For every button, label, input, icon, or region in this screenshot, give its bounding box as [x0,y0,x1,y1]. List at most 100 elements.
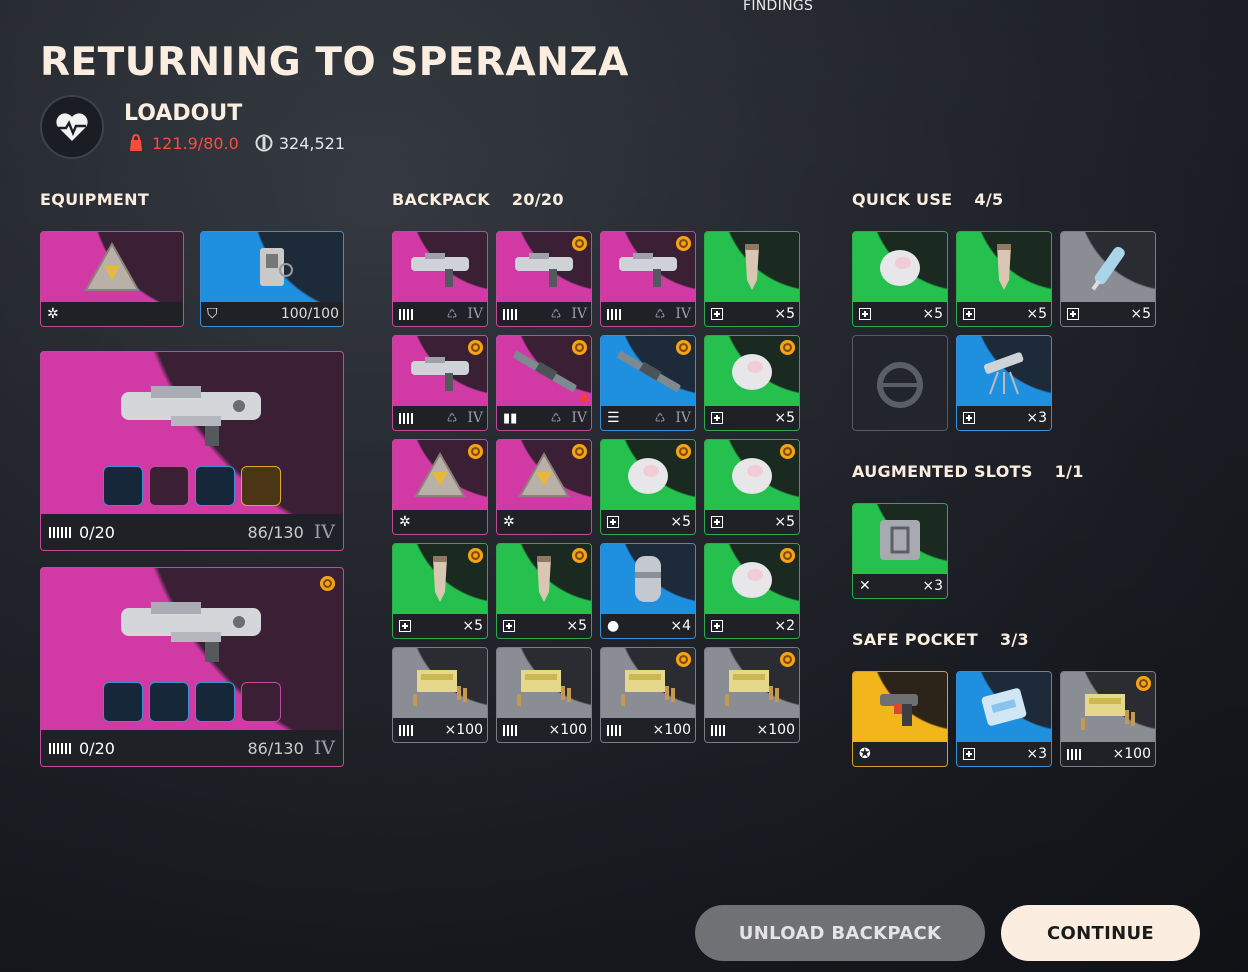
backpack-slot[interactable]: ♺ IV [392,231,488,327]
weapon-icon [393,236,487,300]
continue-button[interactable]: CONTINUE [1001,905,1200,961]
grenade-icon: ● [607,618,620,634]
quick-use-slot[interactable]: ×5 [956,231,1052,327]
weapon-1-attachment-1[interactable] [103,466,143,506]
backpack-slot[interactable]: ×5 [392,543,488,639]
ammo-box-icon [497,652,591,716]
backpack-slot[interactable]: ♺ IV [496,231,592,327]
heal-icon [711,308,723,320]
backpack-header: BACKPACK 20/20 [392,190,564,209]
backpack-slot[interactable]: ♺ IV [600,231,696,327]
coin-icon [255,134,273,152]
shield-slot[interactable]: ⛉ 100/100 [200,231,344,327]
backpack-label: BACKPACK [392,190,490,209]
findings-tab[interactable]: FINDINGS [743,0,813,14]
weapon-icon [601,236,695,300]
weapon-1-tier: IV [313,521,335,543]
unload-backpack-button[interactable]: UNLOAD BACKPACK [695,905,985,961]
backpack-slot[interactable]: ☰ ♺ IV [600,335,696,431]
recycle-icon: ♺ [550,307,562,321]
backpack-slot[interactable]: ×100 [600,647,696,743]
item-quantity: ×3 [1026,410,1047,426]
backpack-slot[interactable]: ♺ IV [392,335,488,431]
quick-use-slot[interactable]: ×5 [852,231,948,327]
quick-use-slot[interactable]: ×5 [1060,231,1156,327]
weapon-1-attachment-3[interactable] [195,466,235,506]
tier-label: IV [571,306,587,322]
shield-icon: ⛉ [207,306,218,322]
heal-icon [399,620,411,632]
weapon-1-attachment-4[interactable] [241,466,281,506]
weapon-slot-2[interactable]: 0/20 86/130 IV [40,567,344,767]
weapon-1-attachment-2[interactable] [149,466,189,506]
ammo-icon [49,742,71,754]
safe-pocket-label: SAFE POCKET [852,630,978,649]
safe-pocket-slot[interactable]: ×100 [1060,671,1156,767]
safe-pocket-header: SAFE POCKET 3/3 [852,630,1029,649]
augment-item-icon [497,444,591,508]
shield-value: 100/100 [280,306,339,322]
loadout-title: LOADOUT [124,101,243,126]
safe-pocket-slot[interactable]: ✪ [852,671,948,767]
recycle-icon: ♺ [446,307,458,321]
safe-pocket-slot[interactable]: ×3 [956,671,1052,767]
weapon-2-attachment-4[interactable] [241,682,281,722]
quick-use-slot[interactable]: ×3 [956,335,1052,431]
backpack-slot[interactable]: ✲ [392,439,488,535]
item-quantity: ×100 [1112,746,1151,762]
item-quantity: ×5 [566,618,587,634]
backpack-slot[interactable]: ● ×4 [600,543,696,639]
quick-use-count: 4/5 [974,190,1004,209]
heartbeat-icon [56,113,88,141]
ammo-icon [607,308,621,320]
ammo-box-icon [1061,676,1155,740]
backpack-slot[interactable]: ×5 [704,439,800,535]
augmented-count: 1/1 [1054,462,1084,481]
ammo-icon [503,724,517,736]
weapon-icon [393,340,487,404]
backpack-slot[interactable]: ▮▮ ♺ IV ▲ [496,335,592,431]
backpack-slot[interactable]: ×5 [704,231,800,327]
tier-label: IV [571,410,587,426]
weapon-1-durability: 86/130 [247,522,304,542]
warning-icon: ▲ [579,389,589,404]
backpack-slot[interactable]: ×100 [392,647,488,743]
heal-icon [607,516,619,528]
weapon-2-attachment-2[interactable] [149,682,189,722]
backpack-slot[interactable]: ×5 [496,543,592,639]
bandage-icon [705,340,799,404]
backpack-slot[interactable]: ×2 [704,543,800,639]
bandage-icon [601,444,695,508]
weapon-slot-1[interactable]: 0/20 86/130 IV [40,351,344,551]
item-quantity: ×100 [444,722,483,738]
item-quantity: ×3 [1026,746,1047,762]
backpack-slot[interactable]: ×100 [704,647,800,743]
ammo-icon [399,308,413,320]
augmented-slot[interactable]: ✕ ×3 [852,503,948,599]
empty-slot-icon [853,340,947,430]
item-quantity: ×5 [774,410,795,426]
ammo-icon [399,412,413,424]
turret-icon [957,340,1051,404]
quick-use-label: QUICK USE [852,190,953,209]
magazine-icon: ▮▮ [503,410,518,426]
weapon-2-icon [121,602,261,662]
backpack-slot[interactable]: ×5 [600,439,696,535]
weapon-2-attachment-3[interactable] [195,682,235,722]
recycle-icon: ♺ [654,411,666,425]
augment-slot[interactable]: ✲ [40,231,184,327]
backpack-slot[interactable]: ×5 [704,335,800,431]
equipment-header: EQUIPMENT [40,190,149,209]
coin-badge-icon [320,576,335,591]
weapon-2-tier: IV [313,737,335,759]
shield-item-icon [201,236,343,300]
loadout-stats: 121.9/80.0 324,521 [126,133,345,153]
quick-use-slot[interactable] [852,335,948,431]
backpack-slot[interactable]: ✲ [496,439,592,535]
item-quantity: ×5 [1130,306,1151,322]
augment-icon: ✲ [47,306,59,322]
backpack-slot[interactable]: ×100 [496,647,592,743]
heal-icon [711,620,723,632]
weapon-2-attachment-1[interactable] [103,682,143,722]
recycle-icon: ♺ [654,307,666,321]
